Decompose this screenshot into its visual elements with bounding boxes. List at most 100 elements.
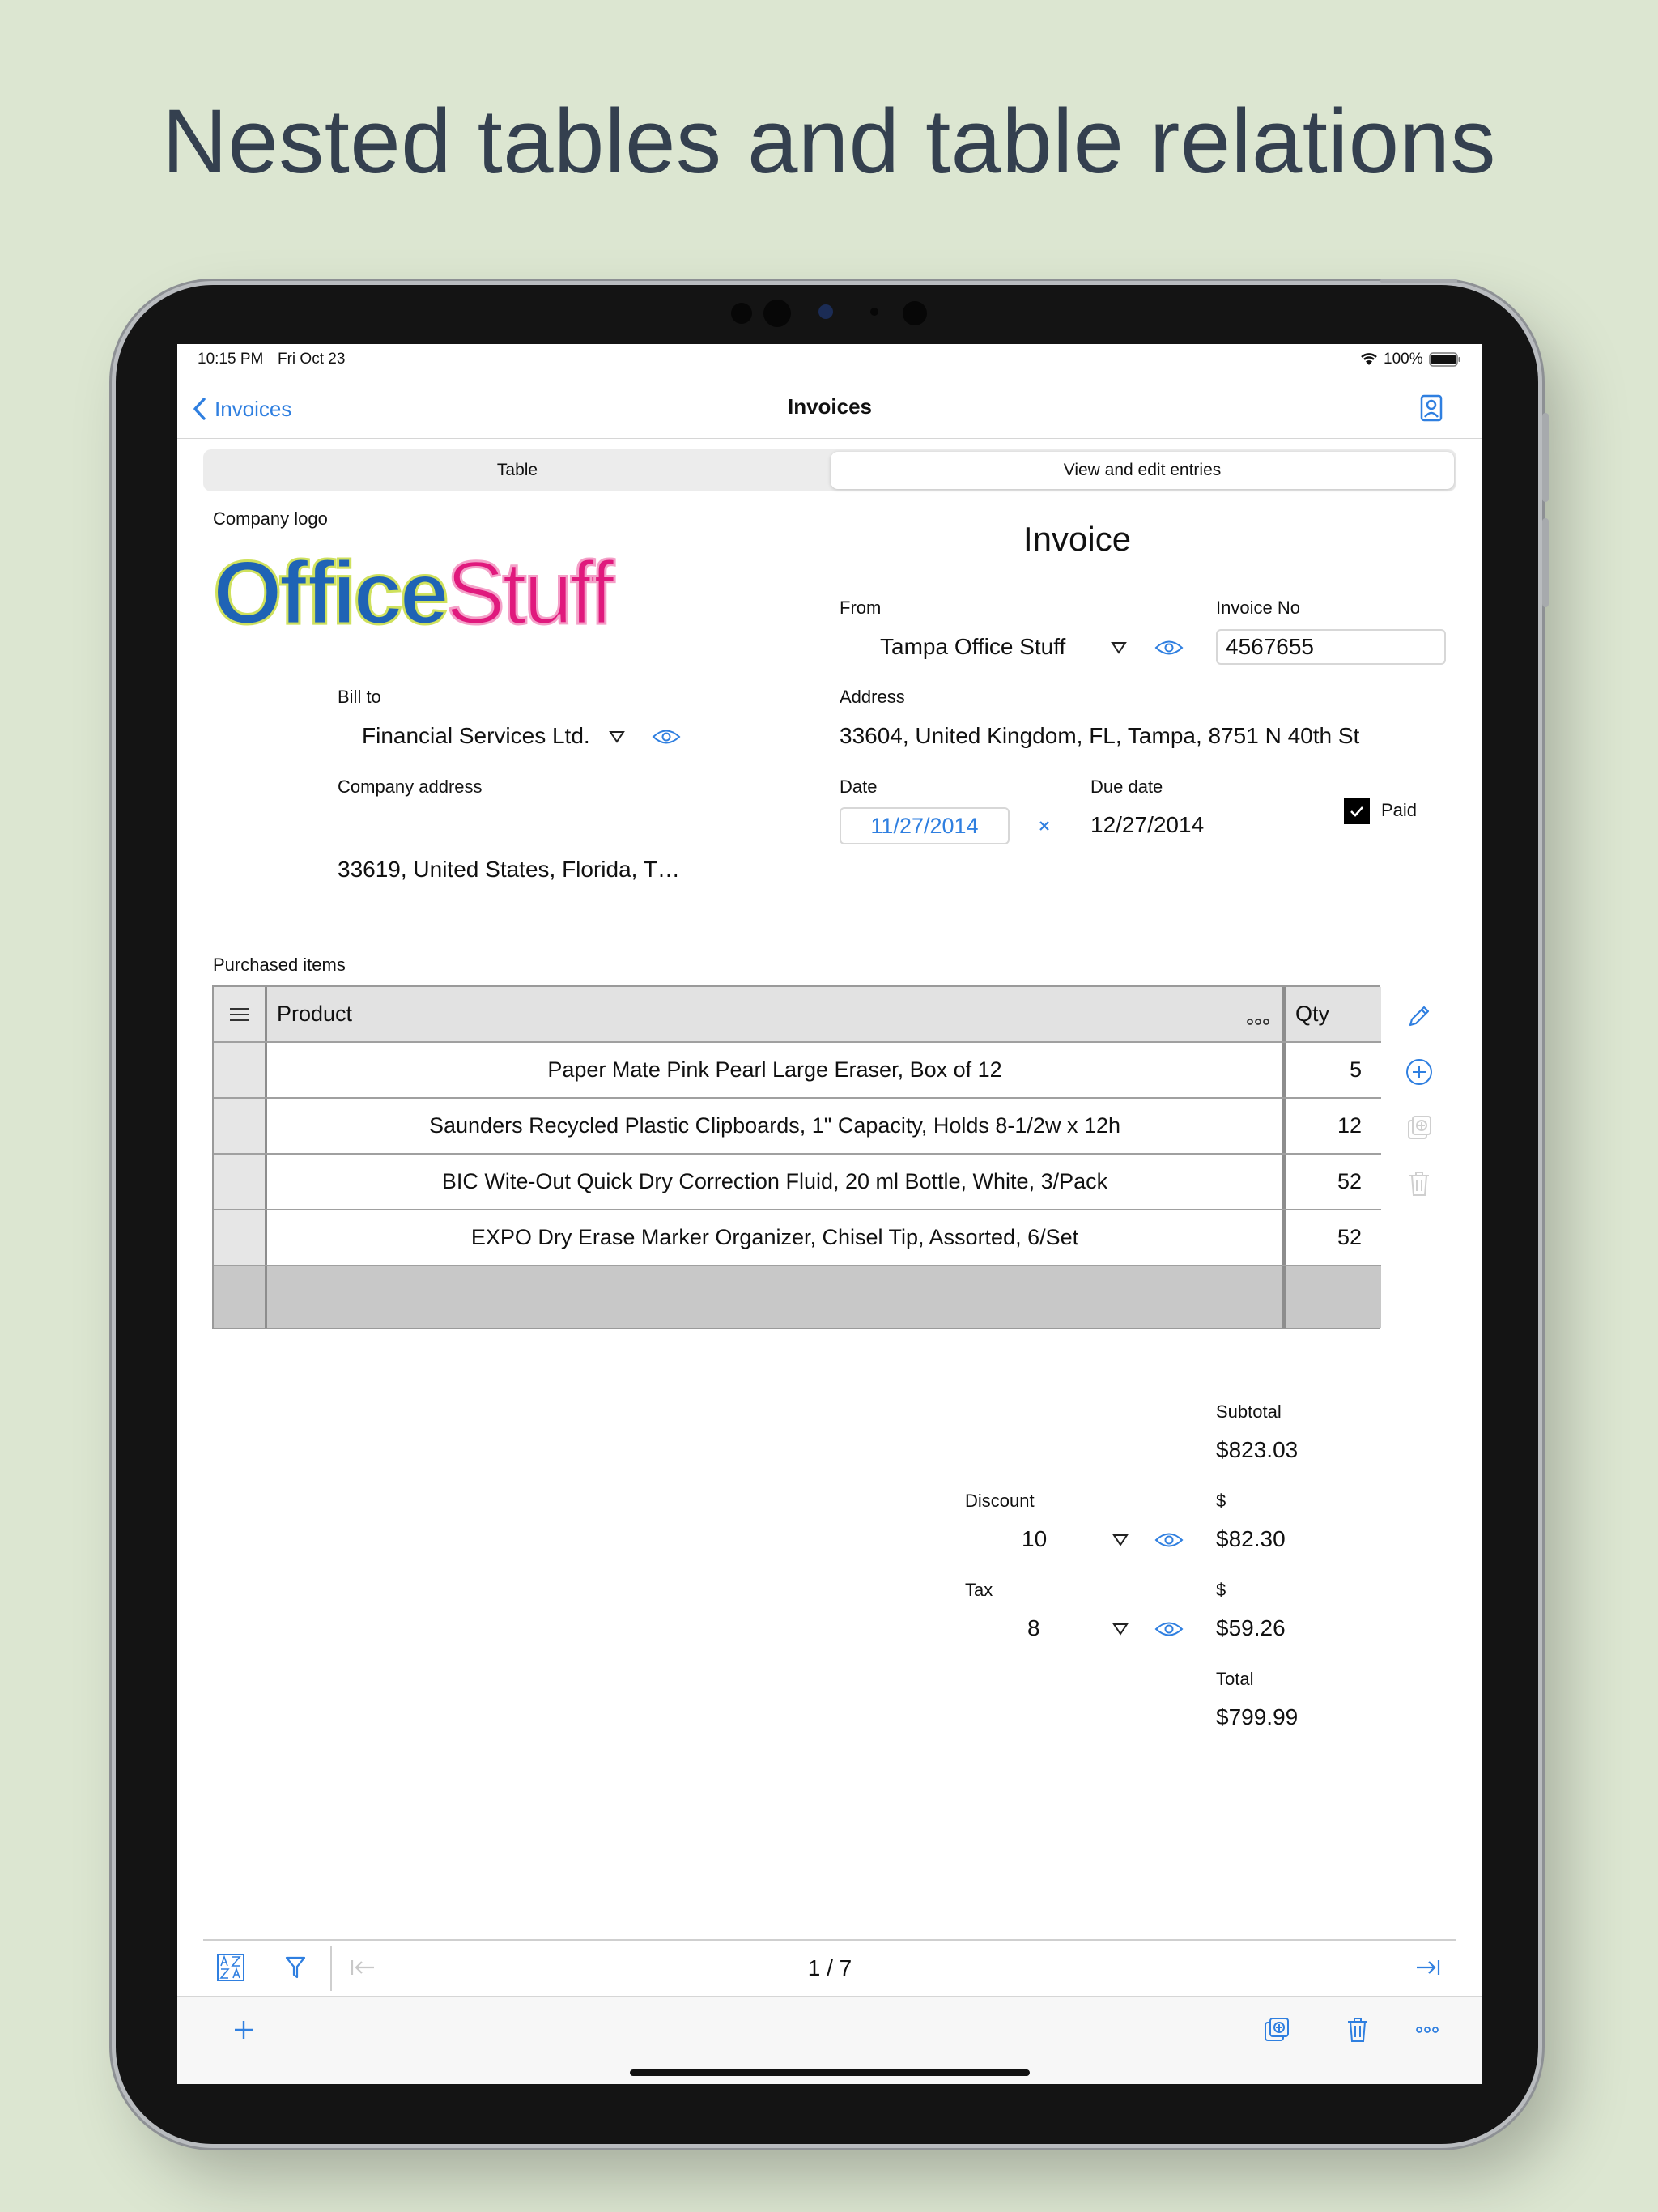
home-indicator	[630, 2069, 1030, 2076]
edit-pencil-icon[interactable]	[1401, 998, 1437, 1034]
discount-currency: $	[1216, 1491, 1226, 1511]
row-index	[214, 1099, 267, 1153]
column-header-product[interactable]: Product	[267, 987, 1286, 1041]
company-address-label: Company address	[338, 776, 483, 797]
tax-label: Tax	[965, 1580, 993, 1600]
trash-icon[interactable]	[1340, 2012, 1375, 2048]
footer-cell	[267, 1266, 1286, 1328]
chevron-down-icon	[1112, 1534, 1129, 1546]
column-header-product-label: Product	[277, 1002, 353, 1026]
address-value: 33604, United Kingdom, FL, Tampa, 8751 N…	[840, 723, 1360, 748]
cell-qty[interactable]: 52	[1286, 1210, 1381, 1265]
cell-qty[interactable]: 52	[1286, 1155, 1381, 1209]
table-row[interactable]: BIC Wite-Out Quick Dry Correction Fluid,…	[214, 1155, 1381, 1210]
bill-to-value[interactable]: Financial Services Ltd.	[362, 723, 590, 749]
company-logo: OfficeStuff	[212, 547, 616, 639]
clear-date-button[interactable]	[1032, 814, 1056, 838]
add-row-icon[interactable]	[1401, 1054, 1437, 1090]
bill-to-dropdown[interactable]	[605, 725, 629, 749]
tax-view-button[interactable]	[1153, 1617, 1185, 1641]
cell-qty[interactable]: 12	[1286, 1099, 1381, 1153]
bill-to-view-button[interactable]	[650, 725, 682, 749]
bill-to-label: Bill to	[338, 687, 381, 707]
cell-product[interactable]: Paper Mate Pink Pearl Large Eraser, Box …	[267, 1043, 1286, 1097]
row-index	[214, 1210, 267, 1265]
total-label: Total	[1216, 1669, 1254, 1689]
due-date-value: 12/27/2014	[1090, 812, 1205, 837]
duplicate-record-icon[interactable]	[1259, 2012, 1295, 2048]
wifi-icon	[1359, 351, 1379, 371]
more-options-icon[interactable]	[1409, 2012, 1445, 2048]
row-menu-icon[interactable]	[214, 987, 267, 1041]
camera-lens-2	[903, 301, 927, 325]
from-label: From	[840, 598, 882, 618]
due-date-label: Due date	[1090, 776, 1163, 797]
company-address-value: 33619, United States, Florida, T…	[338, 857, 680, 882]
from-view-button[interactable]	[1153, 636, 1185, 660]
pager-text: 1 / 7	[807, 1955, 852, 1980]
table-row[interactable]: Paper Mate Pink Pearl Large Eraser, Box …	[214, 1043, 1381, 1099]
items-table: Product Qty Paper Mate Pink Pearl Large …	[212, 985, 1381, 1329]
row-index	[214, 1043, 267, 1097]
headline: Nested tables and table relations	[162, 91, 1496, 192]
toolbar-divider	[203, 1939, 1456, 1941]
tax-value: $59.26	[1216, 1615, 1286, 1640]
add-record-icon[interactable]	[227, 2014, 260, 2046]
nav-divider	[177, 438, 1482, 439]
discount-label: Discount	[965, 1491, 1035, 1511]
status-date: Fri Oct 23	[278, 351, 346, 368]
discount-view-button[interactable]	[1153, 1528, 1185, 1552]
discount-dropdown[interactable]	[1108, 1528, 1133, 1552]
cell-product[interactable]: BIC Wite-Out Quick Dry Correction Fluid,…	[267, 1155, 1286, 1209]
cell-product[interactable]: Saunders Recycled Plastic Clipboards, 1"…	[267, 1099, 1286, 1153]
table-header: Product Qty	[214, 987, 1381, 1043]
battery-percent: 100%	[1384, 351, 1423, 368]
tax-select[interactable]: 8	[1027, 1615, 1040, 1641]
camera-dot-small	[870, 308, 878, 316]
duplicate-row-icon[interactable]	[1401, 1110, 1437, 1146]
invoice-title: Invoice	[1023, 520, 1132, 558]
cell-product[interactable]: EXPO Dry Erase Marker Organizer, Chisel …	[267, 1210, 1286, 1265]
invoice-no-field[interactable]: 4567655	[1216, 629, 1446, 665]
row-index	[214, 1155, 267, 1209]
from-value[interactable]: Tampa Office Stuff	[880, 634, 1065, 660]
table-footer-row	[214, 1266, 1381, 1328]
tax-dropdown[interactable]	[1108, 1617, 1133, 1641]
checkmark-icon	[1350, 806, 1363, 817]
eye-icon	[1154, 1622, 1184, 1636]
discount-select[interactable]: 10	[1022, 1526, 1047, 1552]
camera-dot	[731, 303, 752, 324]
column-header-qty[interactable]: Qty	[1286, 987, 1381, 1041]
paid-checkbox[interactable]	[1344, 798, 1370, 824]
total-value: $799.99	[1216, 1704, 1299, 1729]
address-label: Address	[840, 687, 905, 707]
cell-qty[interactable]: 5	[1286, 1043, 1381, 1097]
table-row[interactable]: EXPO Dry Erase Marker Organizer, Chisel …	[214, 1210, 1381, 1266]
page-title: Invoices	[787, 394, 873, 419]
tax-currency: $	[1216, 1580, 1226, 1600]
table-row[interactable]: Saunders Recycled Plastic Clipboards, 1"…	[214, 1099, 1381, 1155]
person-card-icon[interactable]	[1414, 390, 1449, 426]
purchased-items-label: Purchased items	[213, 955, 346, 975]
subtotal-value: $823.03	[1216, 1437, 1299, 1462]
from-dropdown[interactable]	[1107, 636, 1131, 660]
date-field[interactable]: 11/27/2014	[840, 807, 1010, 844]
delete-row-icon[interactable]	[1401, 1166, 1437, 1202]
power-button	[1380, 279, 1457, 283]
eye-icon	[1154, 1533, 1184, 1547]
last-page-icon[interactable]	[1411, 1951, 1443, 1984]
tab-view-edit[interactable]: View and edit entries	[831, 452, 1454, 489]
date-label: Date	[840, 776, 878, 797]
battery-icon	[1429, 352, 1461, 371]
invoice-no-label: Invoice No	[1216, 598, 1300, 618]
logo-text-stuff: Stuff	[444, 543, 615, 643]
chevron-down-icon	[609, 731, 625, 743]
app-screen: 10:15 PM Fri Oct 23 100% Invoices Invoic…	[177, 344, 1482, 2084]
eye-icon	[1154, 640, 1184, 655]
footer-index	[214, 1266, 267, 1328]
more-icon[interactable]	[1247, 1006, 1269, 1032]
camera-lens	[763, 300, 791, 327]
tab-table[interactable]: Table	[206, 452, 829, 489]
subtotal-label: Subtotal	[1216, 1402, 1282, 1422]
volume-button-2	[1542, 518, 1549, 607]
